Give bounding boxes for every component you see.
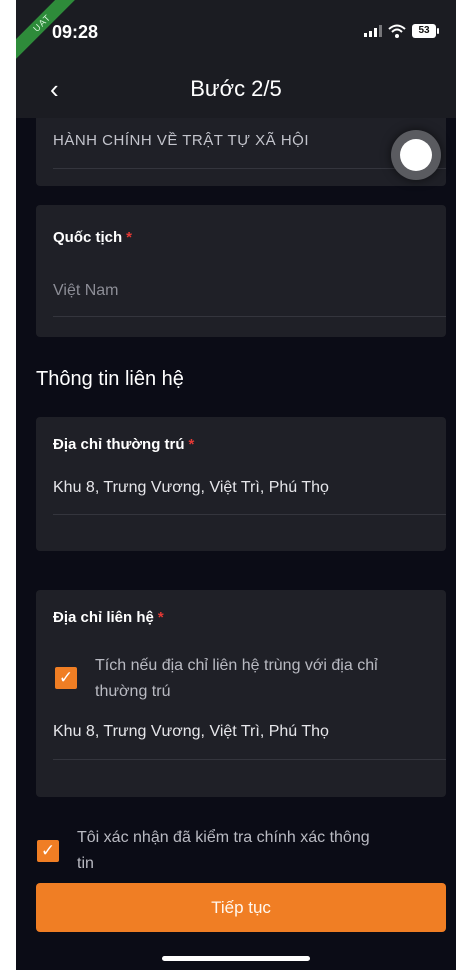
confirm-label: Tôi xác nhận đã kiểm tra chính xác thông…	[77, 829, 370, 872]
previous-field-card[interactable]: HÀNH CHÍNH VỀ TRẬT TỰ XÃ HỘI	[36, 118, 446, 186]
wifi-icon	[388, 24, 406, 38]
confirm-checkbox[interactable]: ✓	[37, 840, 59, 862]
permanent-address-card[interactable]: Địa chỉ thường trú * Khu 8, Trưng Vương, …	[36, 417, 446, 551]
floating-assistive-button[interactable]	[391, 130, 441, 180]
same-address-checkbox[interactable]: ✓	[55, 667, 77, 689]
page-title: Bước 2/5	[190, 76, 282, 101]
contact-address-input[interactable]: Khu 8, Trưng Vương, Việt Trì, Phú Thọ	[53, 723, 329, 741]
field-underline	[53, 759, 446, 760]
app-screen: UAT 09:28 53 ‹ Bước 2/5 HÀNH CHÍNH VỀ TR…	[16, 0, 456, 970]
nationality-label: Quốc tịch *	[53, 229, 133, 246]
contact-address-label: Địa chỉ liên hệ *	[53, 609, 164, 626]
field-underline	[53, 168, 446, 169]
permanent-address-input[interactable]: Khu 8, Trưng Vương, Việt Trì, Phú Thọ	[53, 479, 329, 497]
system-icons: 53	[364, 24, 439, 38]
top-nav: ‹ Bước 2/5	[16, 62, 456, 118]
nationality-card[interactable]: Quốc tịch * Việt Nam	[36, 205, 446, 337]
nationality-input[interactable]: Việt Nam	[53, 282, 119, 300]
permanent-address-label: Địa chỉ thường trú *	[53, 436, 195, 453]
battery-icon: 53	[412, 24, 439, 38]
signal-icon	[364, 25, 382, 37]
previous-field-value: HÀNH CHÍNH VỀ TRẬT TỰ XÃ HỘI	[53, 132, 310, 149]
status-time: 09:28	[52, 22, 99, 42]
field-underline	[53, 316, 446, 317]
required-mark: *	[188, 436, 195, 453]
required-mark: *	[157, 609, 164, 626]
home-indicator	[162, 956, 310, 961]
contact-address-card[interactable]: Địa chỉ liên hệ * ✓ Tích nếu địa chỉ liên…	[36, 590, 446, 797]
same-address-label: Tích nếu địa chỉ liên hệ trùng với địa c…	[95, 657, 378, 700]
field-underline	[53, 514, 446, 515]
continue-button[interactable]: Tiếp tục	[36, 883, 446, 932]
required-mark: *	[126, 229, 133, 246]
status-bar: UAT 09:28 53	[16, 0, 456, 71]
contact-section-title: Thông tin liên hệ	[36, 368, 184, 390]
